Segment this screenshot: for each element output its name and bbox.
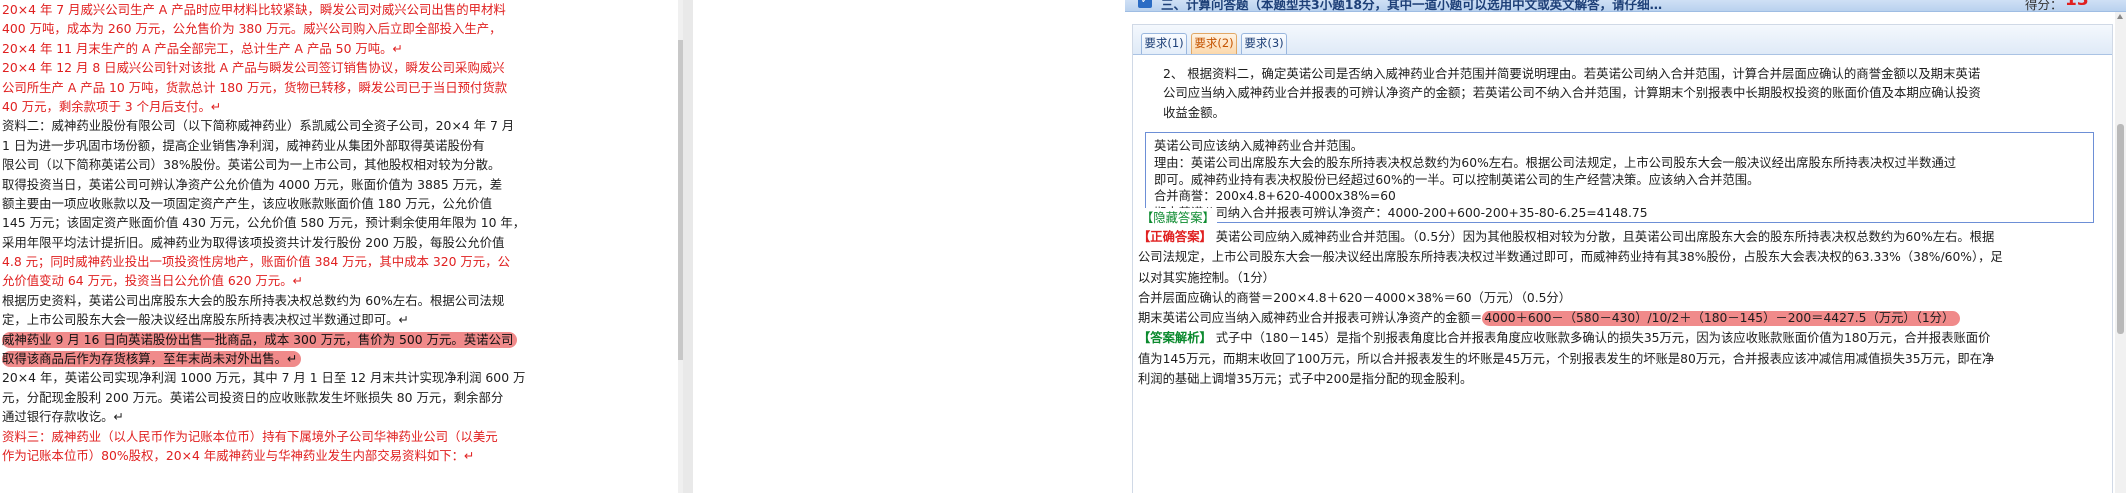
hide-answer-link[interactable]: 【隐藏答案】 [1139,208,1217,226]
doc-line: 公司所生产 A 产品 10 万吨，货款总计 180 万元，货物已转移，瞬发公司已… [2,79,508,95]
requirement-tabs: 要求(1) 要求(2) 要求(3) [1133,25,2112,55]
solution-line: 公司法规定，上市公司股东大会一般决议经出席股东所持表决权过半数通过即可，而威神药… [1138,250,2003,265]
solution-line: 合并层面应确认的商誉＝200×4.8＋620－4000×38%＝60（万元）（0… [1138,290,1572,305]
exam-pane: ✓ 三、计算问答题（本题型共3小题18分，其中一道小题可以选用中文或英文解答，请… [1125,0,2126,493]
solution-line: 【正确答案】 英诺公司应纳入威神药业合并范围。（0.5分）因为其他股权相对较为分… [1133,227,2112,247]
analysis-tag: 【答案解析】 [1138,331,1212,346]
solution-line: 【答案解析】 式子中（180－145）是指个别报表角度比合并报表角度应收账款多确… [1133,328,2112,348]
answer-line: 理由：英诺公司出席股东大会的股东所持表决权总数约为60%左右。根据公司法规定，上… [1154,155,1957,170]
doc-line: 1 日为进一步巩固市场份额，提高企业销售净利润，威神药业从集团外部取得英诺股份有 [2,137,485,153]
question-card: 要求(1) 要求(2) 要求(3) 2、 根据资料二，确定英诺公司是否纳入威神药… [1132,24,2113,493]
solution-line: 期末英诺公司应当纳入威神药业合并报表可辨认净资产的金额＝ 4000＋600－（58… [1133,308,2112,328]
answer-line: 即可。威神药业持有表决权股份已经超过60%的一半。可以控制英诺公司的生产经营决策… [1154,172,1760,187]
doc-line: 400 万吨，成本为 260 万元，公允售价为 380 万元。威兴公司购入后立即… [2,21,502,37]
doc-line: 限公司（以下简称英诺公司）38%股份。英诺公司为一上市公司，其他股权相对较为分散… [2,157,501,173]
solution-block: 【正确答案】 英诺公司应纳入威神药业合并范围。（0.5分）因为其他股权相对较为分… [1133,227,2112,389]
section-header: ✓ 三、计算问答题（本题型共3小题18分，其中一道小题可以选用中文或英文解答，请… [1125,0,2126,12]
doc-line-highlighted: 取得该商品后作为存货核算，至年末尚未对外出售。↵ [2,349,590,368]
exam-scrollbar[interactable] [2115,12,2126,493]
pane-divider[interactable] [683,0,693,493]
blank-area [693,0,1125,493]
document-pane: 20×4 年 7 月威兴公司生产 A 产品时应甲材料比较紧缺，瞬发公司对威兴公司… [0,0,683,493]
document-content: 20×4 年 7 月威兴公司生产 A 产品时应甲材料比较紧缺，瞬发公司对威兴公司… [0,0,590,465]
answer-textarea[interactable]: 英诺公司应该纳入威神药业合并范围。 理由：英诺公司出席股东大会的股东所持表决权总… [1145,132,2094,223]
section-title: 三、计算问答题（本题型共3小题18分，其中一道小题可以选用中文或英文解答，请仔细… [1161,0,1663,12]
answer-line: 英诺公司应该纳入威神药业合并范围。 [1154,139,1364,153]
answer-line: 期末英诺公司纳入合并报表可辨认净资产：4000-200+600-200+35-8… [1154,206,1648,221]
doc-line: 根据历史资料，英诺公司出席股东大会的股东所持表决权总数约为 60%左右。根据公司… [2,292,505,308]
doc-line: 定，上市公司股东大会一般决议经出席股东所持表决权过半数通过即可。↵ [2,312,409,328]
doc-line: 允价值变动 64 万元，投资当日公允价值 620 万元。↵ [2,273,303,289]
doc-line: 20×4 年 7 月威兴公司生产 A 产品时应甲材料比较紧缺，瞬发公司对威兴公司… [2,2,506,17]
doc-line: 通过银行存款收讫。↵ [2,409,124,425]
correct-answer-tag: 【正确答案】 [1138,230,1212,244]
doc-line: 资料三：威神药业（以人民币作为记账本位币）持有下属境外子公司华神药业公司（以美元 [2,428,498,444]
doc-line: 20×4 年，英诺公司实现净利润 1000 万元，其中 7 月 1 日至 12 … [2,370,526,386]
doc-line: 作为记账本位币）80%股权，20×4 年威神药业与华神药业发生内部交易资料如下：… [2,447,475,463]
final-result-highlight: 4000＋600－（580－430）/10/2＋（180－145）－200＝44… [1482,311,1961,327]
highlight-mark: 取得该商品后作为存货核算，至年末尚未对外出售。↵ [2,351,302,368]
question-line: 2、 根据资料二，确定英诺公司是否纳入威神药业合并范围并简要说明理由。若英诺公司… [1163,66,1981,81]
question-text: 2、 根据资料二，确定英诺公司是否纳入威神药业合并范围并简要说明理由。若英诺公司… [1163,64,2093,122]
analysis-text: 式子中（180－145）是指个别报表角度比合并报表角度应收账款多确认的损失35万… [1211,331,1991,346]
doc-line: 额主要由一项应收账款以及一项固定资产产生，该应收账款账面价值 180 万元，公允… [2,195,492,211]
highlight-mark: 威神药业 9 月 16 日向英诺股份出售一批商品，成本 300 万元，售价为 5… [2,331,518,348]
solution-text: 英诺公司应纳入威神药业合并范围。（0.5分）因为其他股权相对较为分散，且英诺公司… [1211,230,1995,244]
score-label: 得分： [2025,0,2063,12]
question-line: 公司应当纳入威神药业合并报表的可辨认净资产的金额；若英诺公司不纳入合并范围，计算… [1163,85,1981,101]
final-prefix: 期末英诺公司应当纳入威神药业合并报表可辨认净资产的金额＝ [1138,311,1483,326]
doc-line: 取得投资当日，英诺公司可辨认净资产公允价值为 4000 万元，账面价值为 388… [2,176,503,192]
score-value: 13 [2065,0,2089,10]
check-icon[interactable]: ✓ [1138,0,1152,8]
question-line: 收益金额。 [1163,104,1225,120]
doc-line: 资料二：威神药业股份有限公司（以下简称威神药业）系凯威公司全资子公司，20×4 … [2,118,515,134]
doc-line: 20×4 年 12 月 8 日威兴公司针对该批 A 产品与瞬发公司签订销售协议，… [2,60,505,76]
scroll-up-arrow-icon[interactable] [2117,14,2123,19]
tab-requirement-3[interactable]: 要求(3) [1241,33,1287,54]
doc-line: 145 万元；该固定资产账面价值 430 万元，公允价值 580 万元，预计剩余… [2,215,526,231]
doc-line: 采用年限平均法计提折旧。威神药业为取得该项投资共计发行股份 200 万股，每股公… [2,234,505,250]
doc-line: 40 万元，剩余款项于 3 个月后支付。↵ [2,98,222,114]
solution-line: 值为145万元，而期末收回了100万元，所以合并报表发生的坏账是45万元，个别报… [1138,351,1995,366]
doc-line: 20×4 年 11 月末生产的 A 产品全部完工，总计生产 A 产品 50 万吨… [2,40,403,56]
tab-requirement-1[interactable]: 要求(1) [1141,33,1187,54]
doc-line: 4.8 元；同时威神药业投出一项投资性房地产，账面价值 384 万元，其中成本 … [2,254,510,270]
doc-line-highlighted: 威神药业 9 月 16 日向英诺股份出售一批商品，成本 300 万元，售价为 5… [2,330,590,349]
exam-scroll-thumb[interactable] [2117,124,2124,334]
solution-line: 以对其实施控制。（1分） [1138,270,1275,285]
answer-line: 合并商誉：200x4.8+620-4000x38%=60 [1154,189,1396,204]
tab-requirement-2[interactable]: 要求(2) [1191,33,1237,54]
doc-line: 元，分配现金股利 200 万元。英诺公司投资日的应收账款发生坏账损失 80 万元… [2,389,504,405]
solution-line: 利润的基础上调增35万元；式子中200是指分配的现金股利。 [1138,372,1473,387]
